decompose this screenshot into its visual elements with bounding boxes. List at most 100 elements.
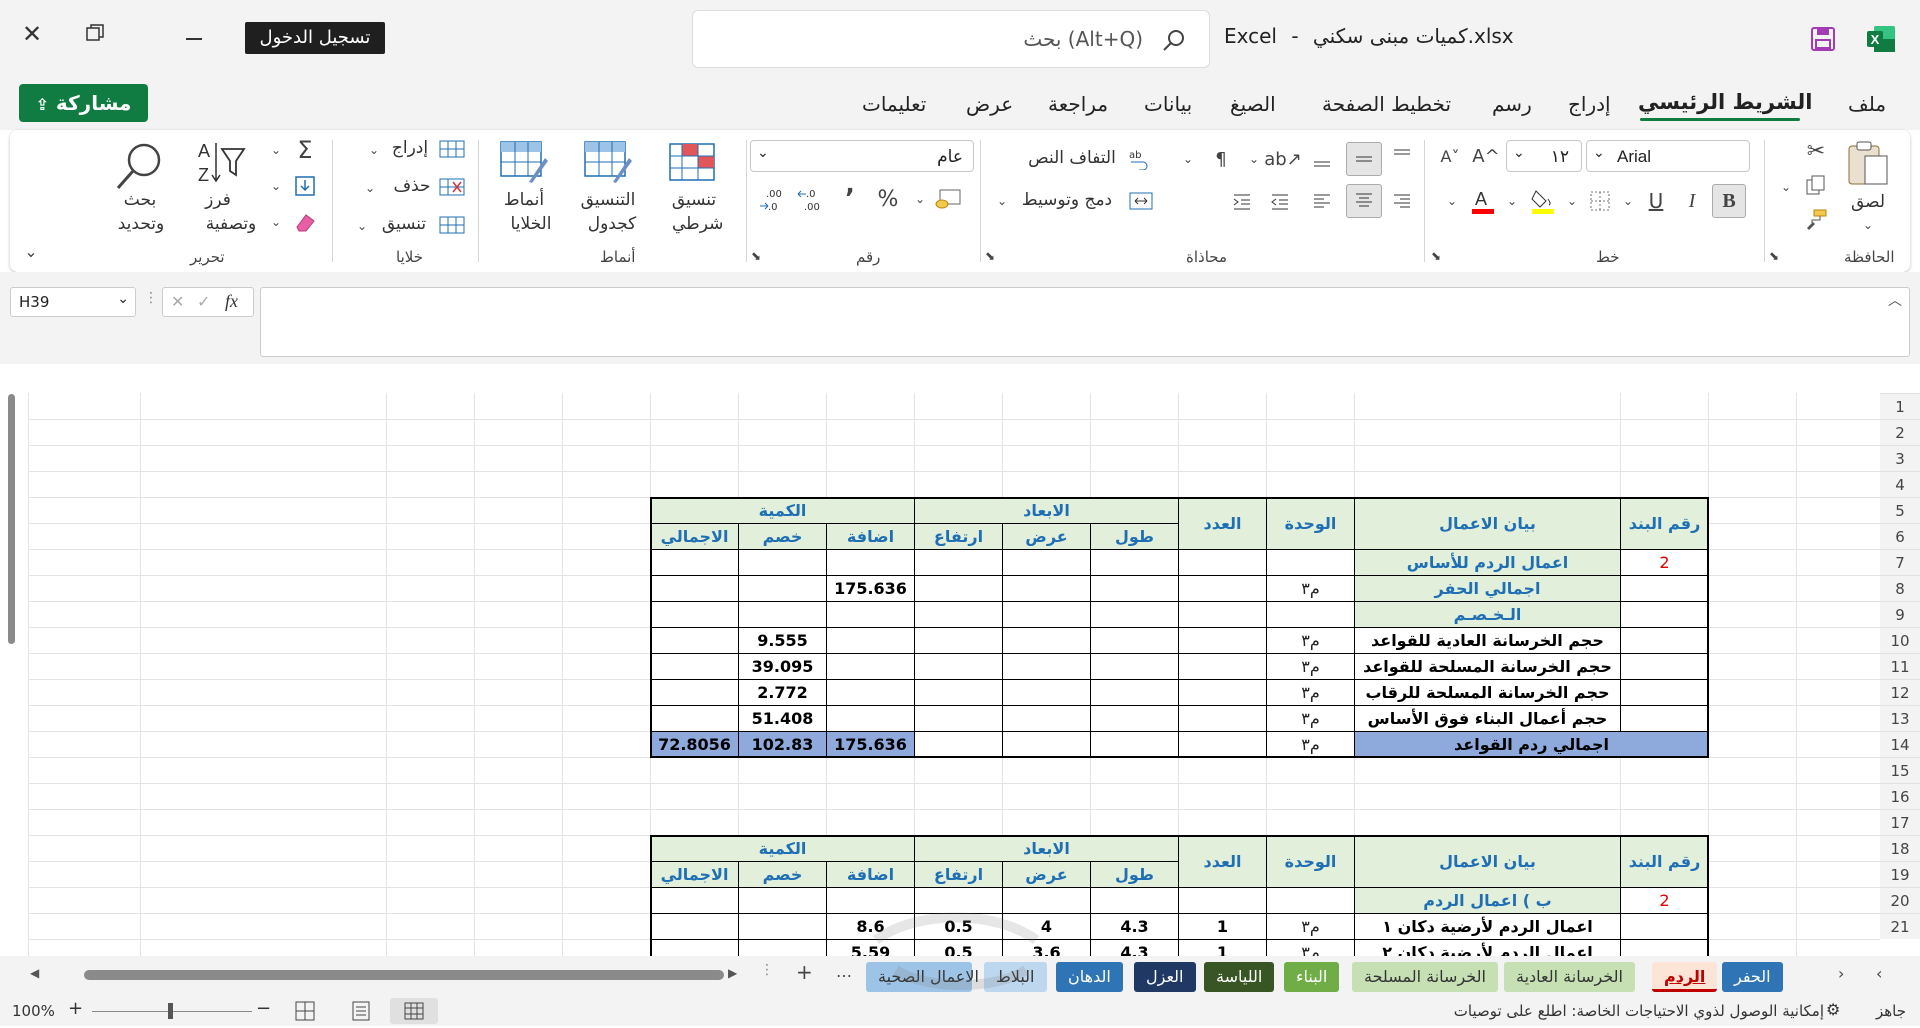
hscroll-left-icon[interactable]: ◀: [30, 966, 39, 980]
header-deduction[interactable]: خصم: [738, 523, 827, 550]
table-cell[interactable]: [738, 939, 827, 956]
total-addition[interactable]: 175.636: [826, 731, 915, 758]
tab-help[interactable]: تعليمات: [862, 92, 926, 116]
total-deduction[interactable]: 102.83: [738, 731, 827, 758]
table-cell[interactable]: [1002, 549, 1091, 576]
paste-label[interactable]: لصق: [1848, 192, 1888, 212]
row-unit[interactable]: م٣: [1266, 705, 1355, 732]
item-number[interactable]: 2: [1620, 887, 1709, 914]
table-cell[interactable]: [826, 549, 915, 576]
table-cell[interactable]: [1002, 653, 1091, 680]
header-total[interactable]: الاجمالي: [650, 523, 739, 550]
borders-icon[interactable]: [1584, 184, 1616, 218]
tab-draw[interactable]: رسم: [1492, 92, 1532, 116]
table-cell[interactable]: [1178, 627, 1267, 654]
header-total[interactable]: الاجمالي: [650, 861, 739, 888]
table-cell[interactable]: [650, 679, 739, 706]
header-width[interactable]: عرض: [1002, 861, 1091, 888]
table-cell[interactable]: [1178, 601, 1267, 628]
dropdown-arrow-icon[interactable]: ⌄: [994, 190, 1010, 212]
table-cell[interactable]: [914, 653, 1003, 680]
row-addition[interactable]: 175.636: [826, 575, 915, 602]
row-header-11[interactable]: 11: [1880, 653, 1920, 679]
hscroll-more-icon[interactable]: ⋮: [760, 962, 774, 978]
row-width[interactable]: 3.6: [1002, 939, 1091, 956]
scroll-left-icon[interactable]: ‹: [1876, 964, 1882, 983]
dropdown-arrow-icon[interactable]: ⌄: [1444, 190, 1460, 212]
sheet-tab-plain-concrete[interactable]: الخرسانة العادية: [1504, 962, 1635, 992]
total-description[interactable]: اجمالي ردم القواعد: [1354, 731, 1709, 758]
total-net[interactable]: 72.8056: [650, 731, 739, 758]
text-direction-icon[interactable]: ¶: [1206, 144, 1236, 174]
tab-formulas[interactable]: الصيغ: [1230, 92, 1276, 116]
table-cell[interactable]: [1002, 887, 1091, 914]
header-item-no[interactable]: رقم البند: [1620, 835, 1709, 888]
sheet-tab-excavation[interactable]: الحفر: [1722, 962, 1783, 992]
copy-icon[interactable]: [1800, 170, 1832, 200]
percent-button[interactable]: %: [872, 184, 904, 214]
dropdown-arrow-icon[interactable]: ⌄: [1180, 148, 1196, 170]
header-height[interactable]: ارتفاع: [914, 523, 1003, 550]
table-cell[interactable]: [1090, 679, 1179, 706]
row-count[interactable]: 1: [1178, 913, 1267, 940]
row-header-20[interactable]: 20: [1880, 887, 1920, 913]
table-cell[interactable]: [738, 887, 827, 914]
row-header-12[interactable]: 12: [1880, 679, 1920, 705]
name-box[interactable]: H39 ⌄: [10, 287, 136, 317]
sheet-tab-painting[interactable]: الدهان: [1056, 962, 1123, 992]
table-cell[interactable]: [1002, 731, 1091, 758]
merge-center-label[interactable]: دمج وتوسيط: [1012, 190, 1122, 210]
row-deduction[interactable]: 51.408: [738, 705, 827, 732]
insert-function-button[interactable]: fx: [225, 291, 238, 312]
sort-label-1[interactable]: فرز: [198, 190, 238, 210]
table-cell[interactable]: [1178, 549, 1267, 576]
table-cell[interactable]: [1090, 627, 1179, 654]
table-cell[interactable]: [650, 913, 739, 940]
row-header-15[interactable]: 15: [1880, 757, 1920, 783]
formula-input[interactable]: [260, 287, 1910, 357]
row-description[interactable]: حجم الخرسانة العادية للقواعد: [1354, 627, 1621, 654]
zoom-slider-thumb[interactable]: [168, 1003, 173, 1019]
header-unit[interactable]: الوحدة: [1266, 835, 1355, 888]
worksheet-grid[interactable]: 1 2 3 4 5 6 7 8 9 10 11 12 13 14 15 16 17 18 19 20 21 رقم الب…: [0, 364, 1920, 956]
tab-view[interactable]: عرض: [966, 92, 1013, 116]
table-cell[interactable]: [1090, 601, 1179, 628]
dropdown-arrow-icon[interactable]: ⌄: [268, 176, 284, 196]
format-as-table-icon[interactable]: [580, 136, 636, 188]
accounting-format-icon[interactable]: [930, 184, 966, 214]
table-cell[interactable]: [914, 601, 1003, 628]
paste-icon[interactable]: [1840, 136, 1896, 190]
close-icon[interactable]: ✕: [18, 20, 46, 48]
autosum-icon[interactable]: Σ: [288, 136, 322, 164]
header-count[interactable]: العدد: [1178, 835, 1267, 888]
font-name-dropdown[interactable]: Arial ⌄: [1586, 140, 1750, 172]
table-cell[interactable]: [738, 601, 827, 628]
sort-label-2[interactable]: وتصفية: [196, 214, 266, 234]
row-width[interactable]: 4: [1002, 913, 1091, 940]
header-addition[interactable]: اضافة: [826, 861, 915, 888]
table-cell[interactable]: [1178, 887, 1267, 914]
tab-review[interactable]: مراجعة: [1048, 92, 1108, 116]
table-cell[interactable]: [914, 575, 1003, 602]
row-header-9[interactable]: 9: [1880, 601, 1920, 627]
sort-filter-icon[interactable]: AZ: [190, 136, 250, 190]
hscroll-thumb[interactable]: [84, 970, 724, 980]
table-cell[interactable]: [1266, 887, 1355, 914]
table-cell[interactable]: [1002, 705, 1091, 732]
format-painter-icon[interactable]: [1800, 204, 1832, 234]
align-middle-icon[interactable]: [1346, 142, 1382, 176]
page-break-view-icon[interactable]: [294, 1000, 316, 1026]
row-header-16[interactable]: 16: [1880, 783, 1920, 809]
table-cell[interactable]: [826, 601, 915, 628]
row-description[interactable]: اجمالي الحفر: [1354, 575, 1621, 602]
table-cell[interactable]: [650, 601, 739, 628]
table-cell[interactable]: [826, 653, 915, 680]
orientation-icon[interactable]: ab↗: [1264, 144, 1302, 174]
table-cell[interactable]: [914, 549, 1003, 576]
insert-cells-label[interactable]: إدراج: [388, 138, 432, 158]
row-addition[interactable]: 5.59: [826, 939, 915, 956]
dialog-launcher-icon[interactable]: ⬊: [1766, 248, 1782, 264]
number-format-dropdown[interactable]: عام ⌄: [750, 140, 974, 172]
ribbon-collapse-icon[interactable]: ⌄: [20, 240, 42, 262]
dialog-launcher-icon[interactable]: ⬊: [982, 248, 998, 264]
